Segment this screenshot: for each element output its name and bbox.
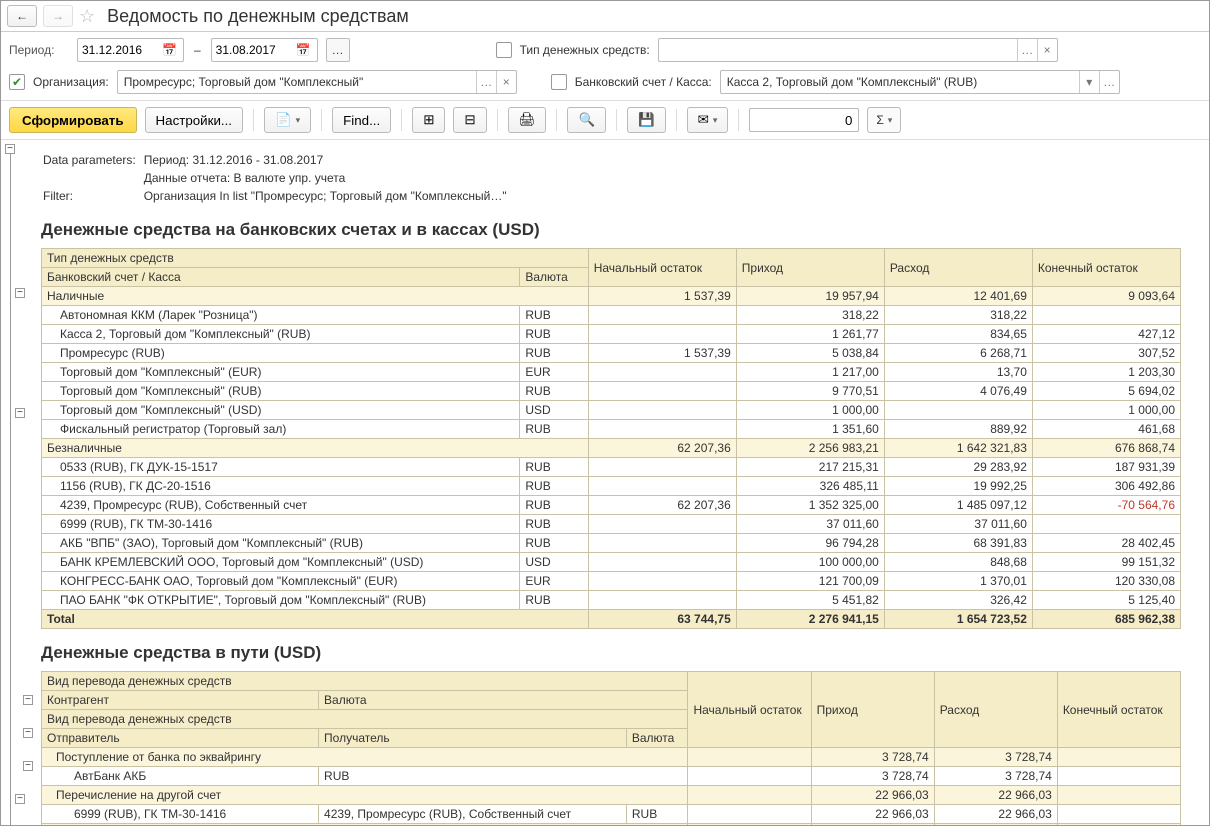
printer-icon: 🖨 (519, 112, 536, 128)
detail-row[interactable]: 6999 (RUB), ГК ТМ-30-14164239, Промресур… (42, 805, 1181, 824)
section1-title: Денежные средства на банковских счетах и… (41, 220, 1205, 240)
settings-button[interactable]: Настройки... (145, 107, 243, 133)
expand-all-button[interactable]: ⊞ (412, 107, 445, 133)
calendar-icon[interactable]: 📅 (156, 43, 183, 57)
org-label: Организация: (33, 75, 109, 89)
level-input[interactable] (749, 108, 859, 132)
table-row[interactable]: АКБ "ВПБ" (ЗАО), Торговый дом "Комплексн… (42, 534, 1181, 553)
table-row[interactable]: 1156 (RUB), ГК ДС-20-1516RUB326 485,1119… (42, 477, 1181, 496)
outline-toggle[interactable]: − (23, 695, 33, 705)
group-cash-row[interactable]: Наличные 1 537,39 19 957,94 12 401,69 9 … (42, 287, 1181, 306)
window-title: Ведомость по денежным средствам (107, 6, 409, 27)
table-row[interactable]: 6999 (RUB), ГК ТМ-30-1416RUB37 011,6037 … (42, 515, 1181, 534)
table-row[interactable]: Промресурс (RUB)RUB1 537,395 038,846 268… (42, 344, 1181, 363)
nav-back-button[interactable]: ← (7, 5, 37, 27)
find-button[interactable]: Find... (332, 107, 391, 133)
group-row[interactable]: Перечисление на другой счет 22 966,0322 … (42, 786, 1181, 805)
favorite-star-icon[interactable]: ☆ (79, 6, 95, 27)
envelope-icon: ✉ (698, 112, 709, 128)
table-row[interactable]: Торговый дом "Комплексный" (EUR)EUR1 217… (42, 363, 1181, 382)
dots-icon[interactable]: … (476, 71, 496, 93)
table-row[interactable]: Торговый дом "Комплексный" (USD)USD1 000… (42, 401, 1181, 420)
copy-settings-button[interactable]: 📄▾ (264, 107, 311, 133)
dots-icon[interactable]: … (1017, 39, 1037, 61)
outline-toggle[interactable]: − (15, 288, 25, 298)
outline-toggle[interactable]: − (23, 728, 33, 738)
expand-icon: ⊞ (423, 112, 434, 128)
sheet-icon: 📄 (275, 112, 292, 128)
table-row[interactable]: БАНК КРЕМЛЕВСКИЙ ООО, Торговый дом "Комп… (42, 553, 1181, 572)
outline-toggle[interactable]: − (15, 794, 25, 804)
table-row[interactable]: Торговый дом "Комплексный" (RUB)RUB9 770… (42, 382, 1181, 401)
date-to-input[interactable]: 📅 (211, 38, 318, 62)
table-row[interactable]: Касса 2, Торговый дом "Комплексный" (RUB… (42, 325, 1181, 344)
outline-toggle[interactable]: − (23, 761, 33, 771)
outline-gutter: − − − − − − − (1, 140, 41, 825)
total-row: Total 63 744,75 2 276 941,15 1 654 723,5… (42, 610, 1181, 629)
account-value: Касса 2, Торговый дом "Комплексный" (RUB… (721, 73, 1079, 91)
table-row[interactable]: ПАО БАНК "ФК ОТКРЫТИЕ", Торговый дом "Ко… (42, 591, 1181, 610)
dropdown-icon[interactable]: ▾ (1079, 71, 1099, 93)
email-button[interactable]: ✉▾ (687, 107, 729, 133)
table-row[interactable]: Фискальный регистратор (Торговый зал)RUB… (42, 420, 1181, 439)
floppy-icon: 💾 (638, 112, 655, 128)
money-type-label: Тип денежных средств: (520, 43, 650, 57)
clear-icon[interactable]: × (496, 71, 516, 93)
org-checkbox[interactable] (9, 74, 25, 90)
outline-toggle[interactable]: − (5, 144, 15, 154)
group-row[interactable]: Поступление от банка по эквайрингу 3 728… (42, 748, 1181, 767)
sum-button[interactable]: Σ▾ (867, 107, 901, 133)
table-row[interactable]: 4239, Промресурс (RUB), Собственный счет… (42, 496, 1181, 515)
date-from-input[interactable]: 📅 (77, 38, 184, 62)
date-to-field[interactable] (212, 41, 290, 59)
collapse-all-button[interactable]: ⊟ (453, 107, 486, 133)
table-row[interactable]: 0533 (RUB), ГК ДУК-15-1517RUB217 215,312… (42, 458, 1181, 477)
group-noncash-row[interactable]: Безналичные 62 207,36 2 256 983,21 1 642… (42, 439, 1181, 458)
clear-icon[interactable]: × (1037, 39, 1057, 61)
group-row[interactable]: Перемещение в другую кассу 1 250,881 250… (42, 824, 1181, 826)
table-row[interactable]: КОНГРЕСС-БАНК ОАО, Торговый дом "Комплек… (42, 572, 1181, 591)
sigma-icon: Σ (876, 113, 883, 127)
period-label: Период: (9, 43, 69, 57)
period-select-button[interactable]: … (326, 38, 350, 62)
money-type-checkbox[interactable] (496, 42, 512, 58)
print-button[interactable]: 🖨 (508, 107, 547, 133)
form-button[interactable]: Сформировать (9, 107, 137, 133)
account-checkbox[interactable] (551, 74, 567, 90)
account-input[interactable]: Касса 2, Торговый дом "Комплексный" (RUB… (720, 70, 1120, 94)
outline-toggle[interactable]: − (15, 408, 25, 418)
calendar-icon[interactable]: 📅 (290, 43, 317, 57)
org-value: Промресурс; Торговый дом "Комплексный" (118, 73, 476, 91)
account-label: Банковский счет / Касса: (575, 75, 712, 89)
report-params: Data parameters:Период: 31.12.2016 - 31.… (41, 150, 515, 206)
money-type-value (659, 48, 1017, 52)
nav-forward-button[interactable]: → (43, 5, 73, 27)
detail-row[interactable]: АвтБанк АКБRUB 3 728,743 728,74 (42, 767, 1181, 786)
table-row[interactable]: Автономная ККМ (Ларек "Розница")RUB318,2… (42, 306, 1181, 325)
money-type-input[interactable]: … × (658, 38, 1058, 62)
section2-title: Денежные средства в пути (USD) (41, 643, 1205, 663)
preview-button[interactable]: 🔍 (567, 107, 606, 133)
collapse-icon: ⊟ (464, 112, 475, 128)
report-table-1: Тип денежных средств Начальный остаток П… (41, 248, 1181, 629)
save-button[interactable]: 💾 (627, 107, 666, 133)
org-input[interactable]: Промресурс; Торговый дом "Комплексный" …… (117, 70, 517, 94)
report-table-2: Вид перевода денежных средств Начальный … (41, 671, 1181, 825)
preview-icon: 🔍 (578, 112, 595, 128)
dots-icon[interactable]: … (1099, 71, 1119, 93)
dash-separator: – (192, 43, 203, 57)
date-from-field[interactable] (78, 41, 156, 59)
